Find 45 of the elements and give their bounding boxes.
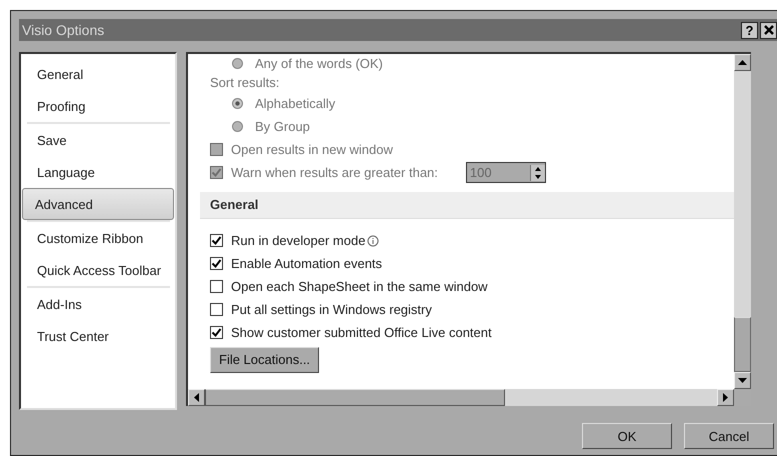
option-label: Any of the words (OK) bbox=[255, 56, 383, 70]
checkbox[interactable] bbox=[210, 280, 223, 293]
section-header: General bbox=[200, 192, 734, 219]
group-label: Sort results: bbox=[210, 74, 280, 90]
option-label: Open each ShapeSheet in the same window bbox=[231, 279, 488, 294]
sidebar-item[interactable]: Proofing bbox=[22, 90, 174, 122]
scroll-thumb[interactable] bbox=[205, 389, 505, 406]
window-title: Visio Options bbox=[22, 22, 106, 38]
checkmark-icon bbox=[211, 167, 222, 178]
option-label: Put all settings in Windows registry bbox=[231, 302, 432, 317]
checkbox[interactable] bbox=[210, 257, 223, 270]
option-label: Open results in new window bbox=[231, 142, 393, 157]
option-label: Alphabetically bbox=[255, 96, 336, 111]
option-label: Warn when results are greater than: bbox=[231, 165, 438, 180]
option-label: Show customer submitted Office Live content bbox=[231, 325, 492, 340]
cancel-button[interactable]: Cancel bbox=[684, 423, 774, 449]
option-label: Run in developer mode bbox=[231, 233, 366, 248]
sidebar-item[interactable]: Language bbox=[22, 156, 174, 188]
checkmark-icon bbox=[211, 235, 222, 246]
scroll-left-icon[interactable] bbox=[194, 393, 199, 402]
sidebar-item[interactable]: Save bbox=[22, 124, 174, 156]
option-label: By Group bbox=[255, 119, 310, 134]
file-locations-button[interactable]: File Locations... bbox=[210, 346, 320, 372]
sidebar-item[interactable]: Quick Access Toolbar bbox=[22, 254, 174, 286]
checkbox[interactable] bbox=[210, 326, 223, 339]
scroll-right-icon[interactable] bbox=[723, 393, 728, 402]
scroll-down-icon[interactable] bbox=[738, 378, 747, 383]
close-icon bbox=[764, 25, 774, 35]
checkbox[interactable] bbox=[210, 303, 223, 316]
sidebar-item[interactable]: Advanced bbox=[22, 188, 174, 220]
scroll-thumb[interactable] bbox=[734, 317, 751, 372]
sidebar-item[interactable]: Customize Ribbon bbox=[22, 222, 174, 254]
option-label: Enable Automation events bbox=[231, 256, 382, 271]
checkmark-icon bbox=[211, 327, 222, 338]
ok-button[interactable]: OK bbox=[582, 423, 672, 449]
horizontal-scrollbar[interactable] bbox=[188, 389, 751, 406]
close-button[interactable] bbox=[760, 22, 777, 38]
vertical-scrollbar[interactable] bbox=[734, 54, 751, 389]
sidebar-item[interactable]: Add-Ins bbox=[22, 288, 174, 320]
scroll-up-icon[interactable] bbox=[738, 60, 747, 65]
sidebar-item[interactable]: Trust Center bbox=[22, 320, 174, 352]
help-button[interactable]: ? bbox=[741, 22, 758, 38]
sidebar-item[interactable]: General bbox=[22, 58, 174, 90]
checkbox[interactable] bbox=[210, 234, 223, 247]
checkmark-icon bbox=[211, 258, 222, 269]
